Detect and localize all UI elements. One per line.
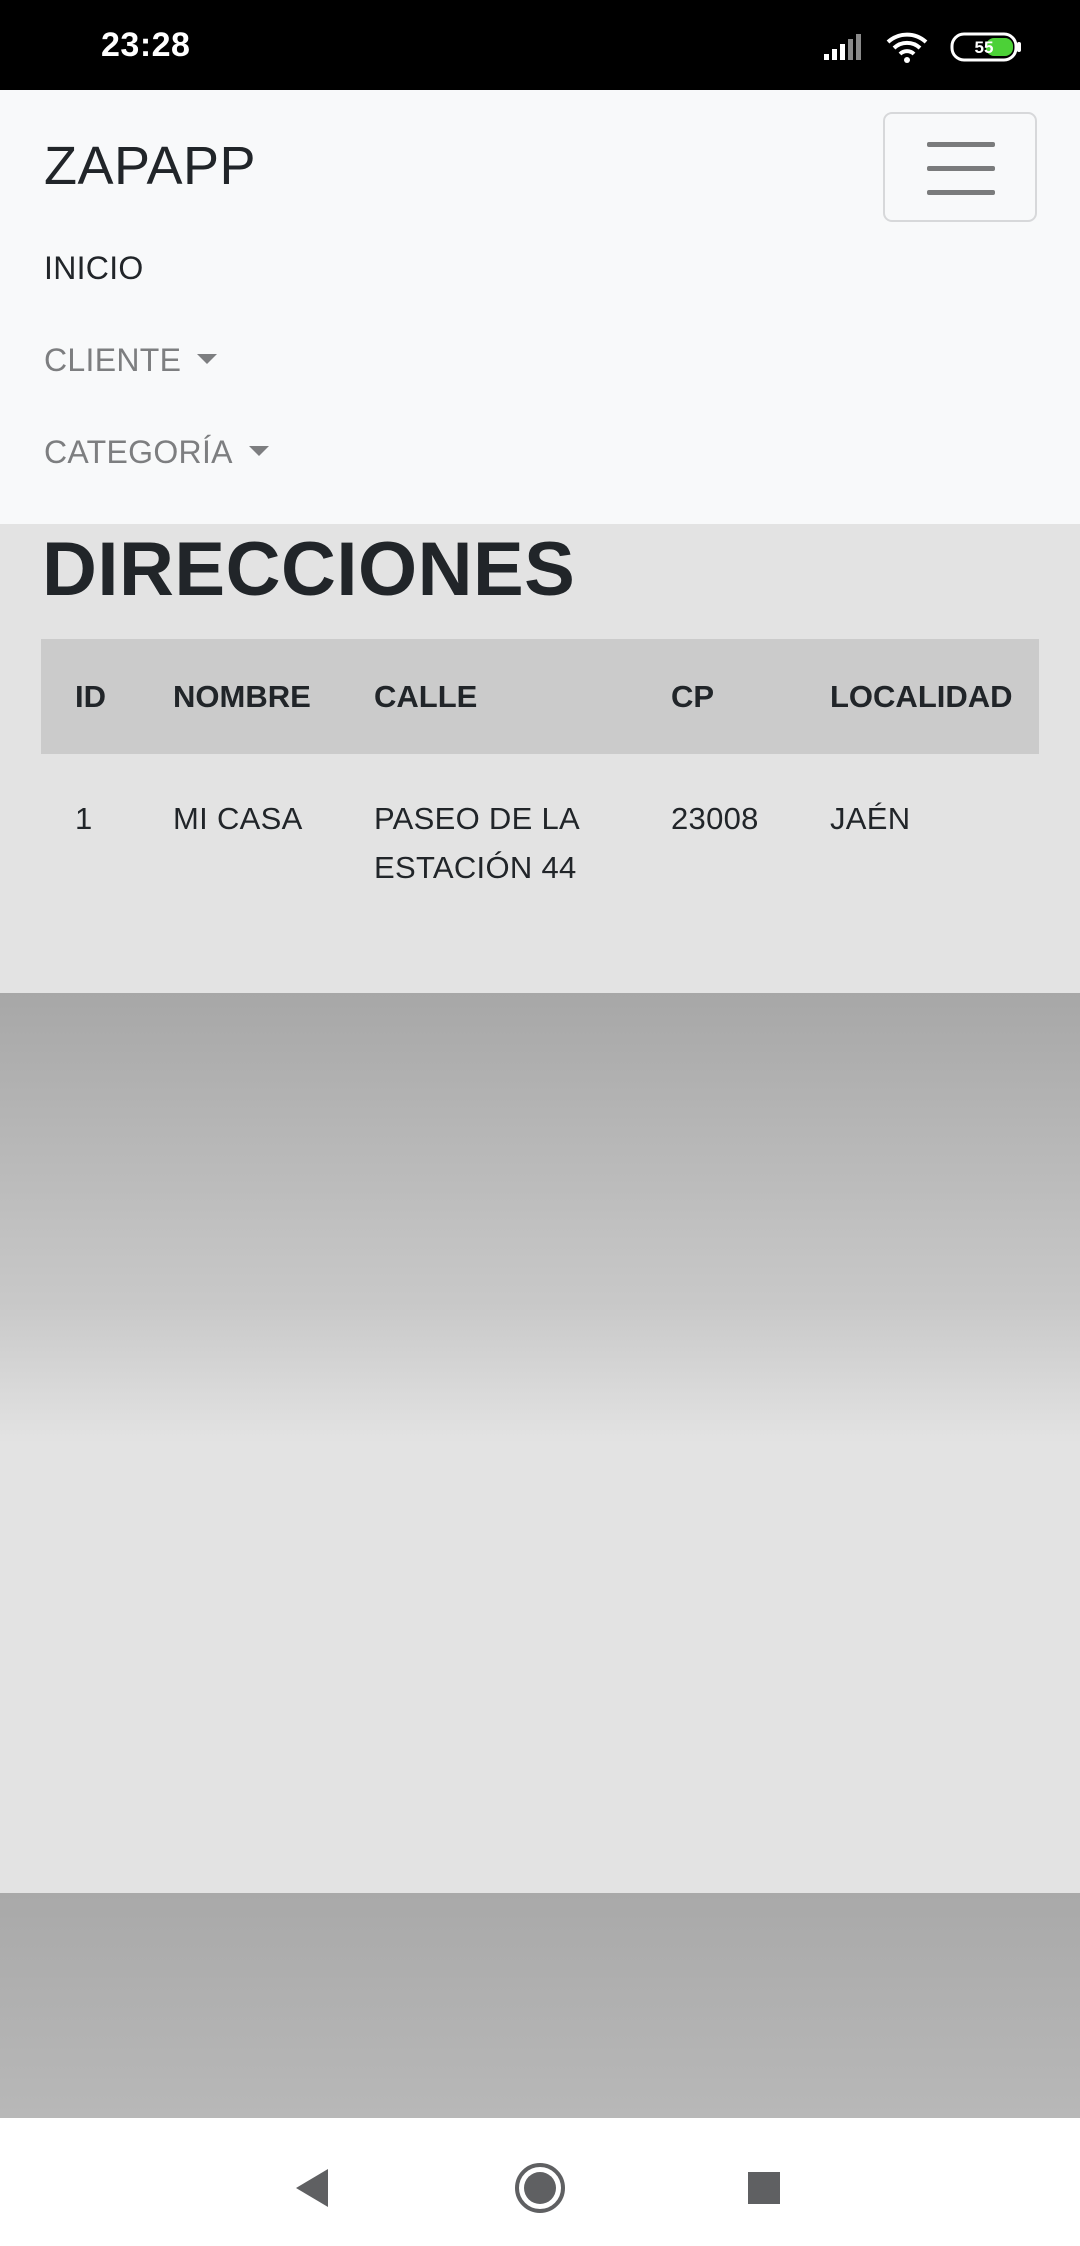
navbar-brand[interactable]: ZAPAPP xyxy=(44,135,256,197)
battery-icon: 55 xyxy=(950,32,1021,62)
column-header-calle: CALLE xyxy=(374,679,478,714)
nav-item-label: CLIENTE xyxy=(44,342,182,378)
cell-nombre: MI CASA xyxy=(173,801,303,836)
table-row: 1 MI CASA PASEO DE LA ESTACIÓN 44 23008 … xyxy=(41,754,1039,894)
nav-item-label: INICIO xyxy=(44,250,144,286)
nav-item-label: CATEGORÍA xyxy=(44,434,233,470)
page-background xyxy=(0,993,1080,1893)
battery-level-text: 55 xyxy=(975,38,994,57)
column-header-id: ID xyxy=(75,679,106,714)
status-time: 23:28 xyxy=(101,26,191,64)
cell-id: 1 xyxy=(75,801,93,836)
home-button[interactable] xyxy=(510,2158,570,2218)
system-navigation-bar xyxy=(0,2118,1080,2246)
caret-down-icon xyxy=(248,445,269,456)
column-header-nombre: NOMBRE xyxy=(173,679,311,714)
navbar-toggler-button[interactable] xyxy=(883,112,1037,222)
direcciones-table: ID NOMBRE CALLE CP LOCALIDAD 1 MI CASA P… xyxy=(41,639,1039,894)
page-background-lower xyxy=(0,1893,1080,2118)
signal-icon xyxy=(824,34,861,60)
hamburger-menu-icon xyxy=(927,142,995,196)
recents-icon xyxy=(748,2172,780,2204)
cell-calle: PASEO DE LA ESTACIÓN 44 xyxy=(374,801,579,885)
column-header-cp: CP xyxy=(671,679,715,714)
back-button[interactable] xyxy=(282,2158,342,2218)
cell-localidad: JAÉN xyxy=(830,801,911,836)
nav-item-cliente-dropdown[interactable]: CLIENTE xyxy=(44,342,218,379)
nav-item-categoria-dropdown[interactable]: CATEGORÍA xyxy=(44,434,269,471)
column-header-localidad: LOCALIDAD xyxy=(830,679,1013,714)
home-icon xyxy=(515,2163,565,2213)
back-icon xyxy=(296,2169,328,2207)
status-icons: 55 xyxy=(824,30,1022,64)
caret-down-icon xyxy=(197,353,218,364)
status-bar: 23:28 55 xyxy=(0,0,1080,90)
cell-cp: 23008 xyxy=(671,801,759,836)
nav-item-inicio[interactable]: INICIO xyxy=(44,250,144,287)
table-header: ID NOMBRE CALLE CP LOCALIDAD xyxy=(41,639,1039,754)
page-title: DIRECCIONES xyxy=(42,527,576,612)
recents-button[interactable] xyxy=(734,2158,794,2218)
wifi-icon xyxy=(886,32,928,63)
